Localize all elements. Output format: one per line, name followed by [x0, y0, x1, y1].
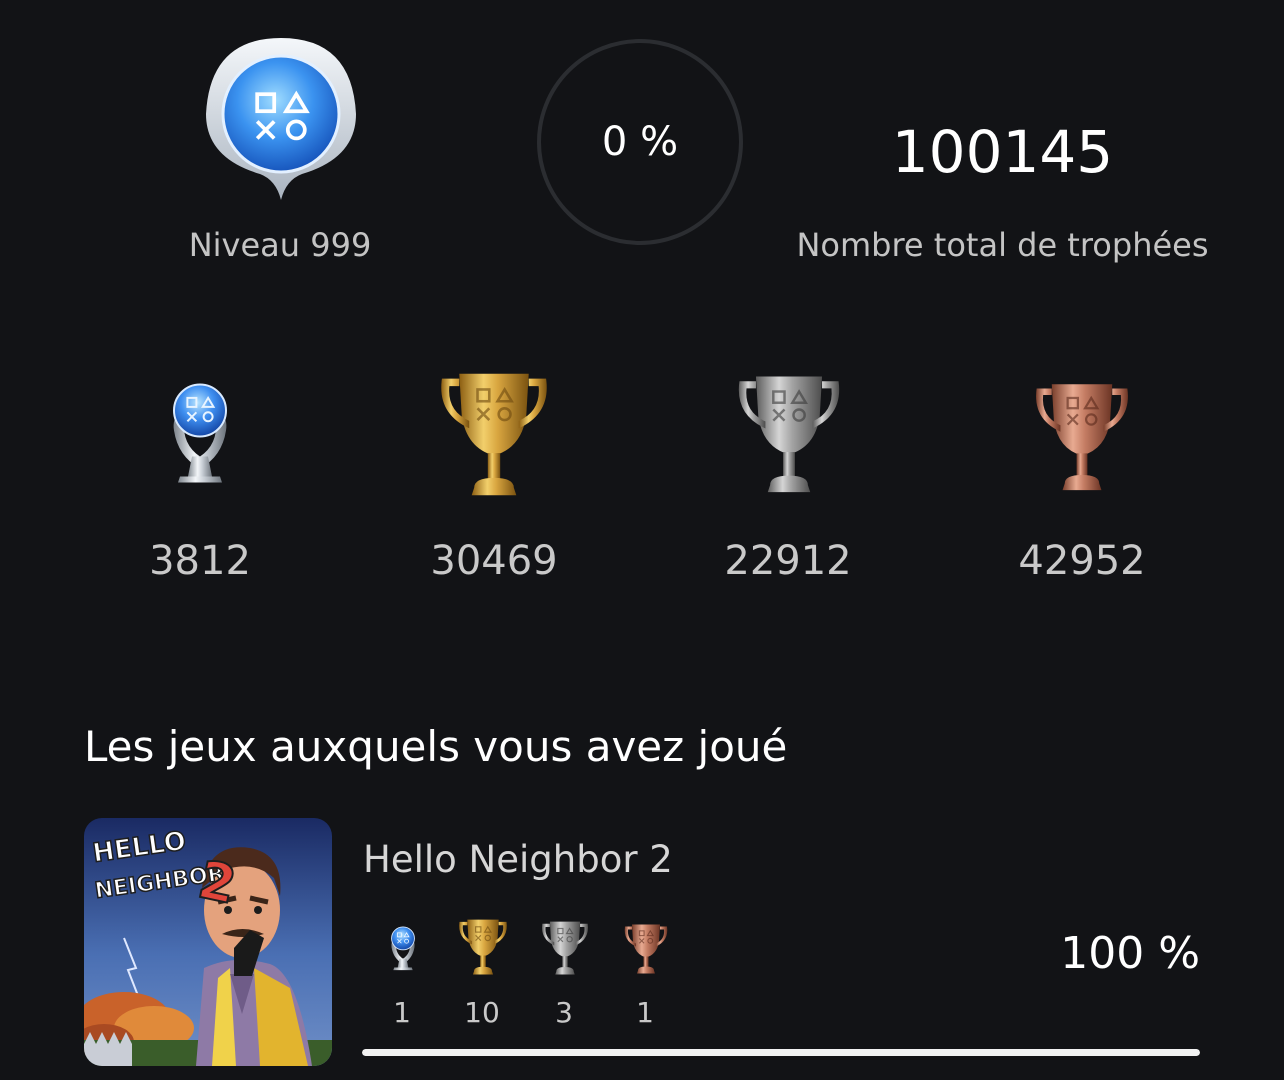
game-bronze-count: 1 [636, 996, 654, 1029]
mini-silver-trophy-icon [538, 916, 592, 978]
gold-count: 30469 [430, 538, 558, 584]
level-progress-text: 0 % [601, 119, 679, 165]
silver-trophy-icon [730, 360, 848, 504]
silver-count: 22912 [724, 538, 852, 584]
level-progress-ring: 0 % [537, 39, 743, 245]
bronze-trophy-icon [1028, 366, 1136, 504]
platinum-count: 3812 [149, 538, 251, 584]
game-platinum-count: 1 [393, 996, 411, 1029]
game-silver-count: 3 [555, 996, 573, 1029]
gold-trophy-icon [432, 360, 556, 504]
played-games-heading: Les jeux auxquels vous avez joué [84, 722, 788, 771]
game-thumbnail[interactable]: HELLO NEIGHBOR 2 [84, 818, 332, 1066]
game-title[interactable]: Hello Neighbor 2 [363, 838, 673, 881]
game-progress-bar [362, 1049, 1200, 1056]
total-trophies-value: 100145 [891, 118, 1114, 186]
mini-platinum-trophy-icon [381, 914, 425, 980]
game-completion-text: 100 % [1060, 928, 1200, 979]
game-progress-fill [362, 1049, 1200, 1056]
total-trophies-label: Nombre total de trophées [796, 226, 1209, 264]
game-gold-count: 10 [464, 996, 500, 1029]
mini-bronze-trophy-icon [621, 918, 671, 978]
level-badge-icon [206, 38, 356, 200]
level-label: Niveau 999 [188, 226, 372, 264]
platinum-trophy-icon [150, 354, 250, 506]
bronze-count: 42952 [1018, 538, 1146, 584]
mini-gold-trophy-icon [455, 914, 511, 978]
